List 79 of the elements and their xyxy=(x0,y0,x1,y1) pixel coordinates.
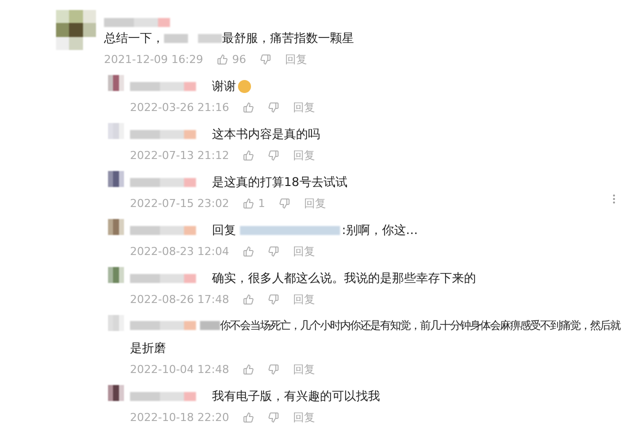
timestamp: 2022-07-15 23:02 xyxy=(130,196,230,210)
reply-text: 你不会当场死亡，几个小时内你还是有知觉，前几十分钟身体会麻痹感受不到痛觉，然后就 xyxy=(220,319,620,332)
timestamp: 2022-07-13 21:12 xyxy=(130,148,230,162)
thumbs-up-icon xyxy=(243,198,254,208)
blurred-text xyxy=(164,34,222,44)
thumbs-up-icon xyxy=(243,246,254,256)
thumbs-up-icon xyxy=(243,412,254,422)
comment-text: 最舒服，痛苦指数一颗星 xyxy=(222,31,354,45)
blurred-username xyxy=(130,178,196,188)
like-button[interactable] xyxy=(243,294,254,304)
like-count: 96 xyxy=(232,52,246,66)
thumbs-down-icon xyxy=(268,412,280,422)
timestamp: 2021-12-09 16:29 xyxy=(104,52,204,66)
thumbs-up-icon xyxy=(243,150,254,160)
reply-button[interactable]: 回复 xyxy=(293,100,316,114)
dislike-button[interactable] xyxy=(260,54,272,64)
thumbs-down-icon xyxy=(260,54,272,64)
like-button[interactable] xyxy=(243,364,254,374)
like-button[interactable] xyxy=(243,102,254,112)
dislike-button[interactable] xyxy=(268,102,280,112)
blurred-username xyxy=(130,392,196,402)
blurred-username xyxy=(130,321,196,330)
comment-text: 总结一下， xyxy=(104,31,164,45)
reply-button[interactable]: 回复 xyxy=(293,410,316,424)
blurred-username xyxy=(130,226,196,236)
dislike-button[interactable] xyxy=(279,198,290,208)
timestamp: 2022-10-04 12:48 xyxy=(130,362,230,376)
dislike-button[interactable] xyxy=(268,150,280,160)
reply-button[interactable]: 回复 xyxy=(293,148,316,162)
thumbs-up-icon xyxy=(217,54,228,64)
dislike-button[interactable] xyxy=(268,364,280,374)
thumbs-down-icon xyxy=(268,364,280,374)
blurred-text xyxy=(200,321,220,330)
thumbs-down-icon xyxy=(268,150,280,160)
reply-button[interactable]: 回复 xyxy=(293,362,316,376)
blurred-username xyxy=(130,82,196,92)
blurred-username xyxy=(130,130,196,140)
dislike-button[interactable] xyxy=(268,246,280,256)
dislike-button[interactable] xyxy=(268,412,280,422)
reply-button[interactable]: 回复 xyxy=(285,52,308,66)
avatar-placeholder xyxy=(56,10,96,50)
reply-text: 这本书内容是真的吗 xyxy=(212,127,320,141)
thumbs-down-icon xyxy=(268,102,280,112)
timestamp: 2022-08-23 12:04 xyxy=(130,244,230,258)
like-button[interactable]: 1 xyxy=(243,196,266,210)
avatar-placeholder xyxy=(108,385,124,401)
thumbs-up-icon xyxy=(243,364,254,374)
thumbs-down-icon xyxy=(268,294,280,304)
avatar-placeholder xyxy=(108,267,124,283)
thumbs-down-icon xyxy=(279,198,290,208)
thumbs-up-icon xyxy=(243,294,254,304)
timestamp: 2022-08-26 17:48 xyxy=(130,292,230,306)
avatar-placeholder xyxy=(108,171,124,187)
thumbs-up-icon xyxy=(243,102,254,112)
reply-button[interactable]: 回复 xyxy=(293,292,316,306)
reply-text: 谢谢 xyxy=(212,79,236,93)
avatar-placeholder xyxy=(108,219,124,235)
reply-text: 确实，很多人都这么说。我说的是那些幸存下来的 xyxy=(212,271,476,285)
reply-text: :别啊，你这… xyxy=(342,223,418,237)
dislike-button[interactable] xyxy=(268,294,280,304)
reply-text: 我有电子版，有兴趣的可以找我 xyxy=(212,389,380,403)
thumbs-down-icon xyxy=(268,246,280,256)
blurred-username xyxy=(130,274,196,284)
avatar-placeholder xyxy=(108,123,124,139)
like-button[interactable]: 96 xyxy=(217,52,246,66)
blurred-username xyxy=(104,18,170,27)
like-button[interactable] xyxy=(243,412,254,422)
timestamp: 2022-10-18 22:20 xyxy=(130,410,230,424)
like-button[interactable] xyxy=(243,246,254,256)
reply-text: 是折磨 xyxy=(130,341,166,355)
reply-button[interactable]: 回复 xyxy=(293,244,316,258)
like-count: 1 xyxy=(258,196,266,210)
timestamp: 2022-03-26 21:16 xyxy=(130,100,230,114)
reply-to-label: 回复 xyxy=(212,223,236,237)
avatar-placeholder xyxy=(108,315,124,331)
avatar-placeholder xyxy=(108,75,124,91)
reply-text: 是这真的打算18号去试试 xyxy=(212,175,348,189)
like-button[interactable] xyxy=(243,150,254,160)
reply-button[interactable]: 回复 xyxy=(304,196,326,210)
